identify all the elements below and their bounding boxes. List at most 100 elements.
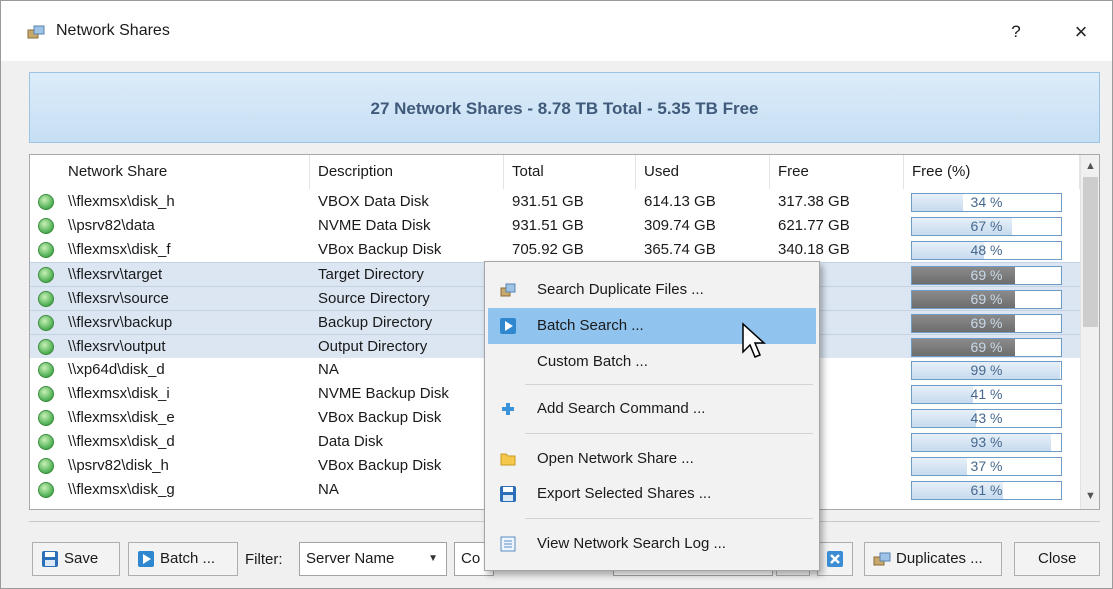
table-header: Network Share Description Total Used Fre… (30, 155, 1080, 189)
cell-share: \\flexmsx\disk_f (68, 241, 171, 258)
menu-item-export-selected-shares[interactable]: Export Selected Shares ... (488, 476, 816, 512)
cell-description: VBOX Data Disk (318, 193, 429, 210)
save-disk-icon (42, 551, 58, 568)
free-percent-bar: 37 % (911, 457, 1062, 476)
cell-share: \\psrv82\data (68, 217, 155, 234)
free-percent-bar: 43 % (911, 409, 1062, 428)
menu-item-view-network-search-log[interactable]: View Network Search Log ... (488, 526, 816, 562)
menu-item-label: Add Search Command ... (537, 400, 706, 417)
status-online-icon (38, 482, 54, 498)
cell-description: VBox Backup Disk (318, 409, 442, 426)
free-percent-label: 69 % (970, 267, 1003, 283)
context-menu: Search Duplicate Files ... Batch Search … (484, 261, 820, 571)
cell-share: \\flexsrv\target (68, 266, 163, 283)
cell-share: \\flexmsx\disk_g (68, 481, 175, 498)
status-online-icon (38, 218, 54, 234)
cell-description: VBox Backup Disk (318, 457, 442, 474)
cell-description: NA (318, 361, 339, 378)
free-percent-label: 37 % (970, 458, 1003, 474)
free-percent-label: 69 % (970, 291, 1003, 307)
batch-button[interactable]: Batch ... (128, 542, 238, 576)
save-button[interactable]: Save (32, 542, 120, 576)
cell-description: Source Directory (318, 290, 430, 307)
free-percent-bar: 69 % (911, 338, 1062, 357)
close-button[interactable]: Close (1014, 542, 1100, 576)
menu-separator (525, 384, 813, 385)
column-header-network-share[interactable]: Network Share (60, 155, 310, 189)
cell-total: 931.51 GB (512, 193, 584, 210)
save-button-label: Save (64, 550, 99, 567)
status-online-icon (38, 267, 54, 283)
cell-free: 317.38 GB (778, 193, 850, 210)
column-header-total[interactable]: Total (504, 155, 636, 189)
free-percent-bar: 93 % (911, 433, 1062, 452)
status-online-icon (38, 242, 54, 258)
close-button-label: Close (1038, 550, 1077, 567)
scroll-thumb[interactable] (1083, 177, 1098, 327)
log-list-icon (500, 536, 516, 552)
free-percent-bar: 48 % (911, 241, 1062, 260)
cell-share: \\flexmsx\disk_i (68, 385, 170, 402)
cell-share: \\psrv82\disk_h (68, 457, 169, 474)
free-percent-bar: 34 % (911, 193, 1062, 212)
clear-filter-button[interactable] (817, 542, 853, 576)
network-shares-icon (27, 25, 45, 39)
network-shares-dialog: Network Shares ? × 27 Network Shares - 8… (0, 0, 1113, 589)
cell-share: \\flexmsx\disk_e (68, 409, 175, 426)
table-row[interactable]: \\psrv82\data NVME Data Disk 931.51 GB 309.… (30, 214, 1080, 238)
cell-share: \\flexmsx\disk_d (68, 433, 175, 450)
free-percent-label: 61 % (970, 482, 1003, 498)
status-online-icon (38, 386, 54, 402)
cell-description: Backup Directory (318, 314, 433, 331)
scroll-up-icon[interactable]: ▲ (1081, 157, 1099, 175)
chevron-down-icon: ▼ (428, 553, 438, 564)
free-percent-bar: 99 % (911, 361, 1062, 380)
menu-item-label: Search Duplicate Files ... (537, 281, 704, 298)
menu-item-add-search-command[interactable]: Add Search Command ... (488, 391, 816, 427)
duplicate-files-icon (500, 283, 516, 297)
filter-field-value: Server Name (306, 550, 395, 567)
cell-description: Data Disk (318, 433, 384, 450)
free-percent-label: 34 % (970, 194, 1003, 210)
cell-share: \\flexsrv\source (68, 290, 169, 307)
cell-free: 340.18 GB (778, 241, 850, 258)
window-title: Network Shares (56, 22, 170, 39)
cell-share: \\flexmsx\disk_h (68, 193, 175, 210)
filter-field-select[interactable]: Server Name ▼ (299, 542, 447, 576)
menu-item-label: Open Network Share ... (537, 450, 694, 467)
free-percent-label: 48 % (970, 242, 1003, 258)
free-percent-bar: 69 % (911, 290, 1062, 309)
free-percent-label: 99 % (970, 362, 1003, 378)
menu-separator (525, 518, 813, 519)
filter-mode-value: Co (461, 550, 481, 567)
status-online-icon (38, 458, 54, 474)
save-disk-icon (500, 486, 516, 502)
table-row[interactable]: \\flexmsx\disk_f VBox Backup Disk 705.92 G… (30, 238, 1080, 262)
table-row[interactable]: \\flexmsx\disk_h VBOX Data Disk 931.51 GB 6… (30, 190, 1080, 214)
scroll-down-icon[interactable]: ▼ (1081, 487, 1099, 505)
cell-share: \\flexsrv\backup (68, 314, 173, 331)
status-online-icon (38, 194, 54, 210)
status-online-icon (38, 434, 54, 450)
free-percent-label: 69 % (970, 315, 1003, 331)
cell-total: 705.92 GB (512, 241, 584, 258)
cell-used: 365.74 GB (644, 241, 716, 258)
duplicates-button[interactable]: Duplicates ... (864, 542, 1002, 576)
menu-item-open-network-share[interactable]: Open Network Share ... (488, 441, 816, 477)
column-header-free[interactable]: Free (770, 155, 904, 189)
menu-separator (525, 433, 813, 434)
free-percent-bar: 69 % (911, 266, 1062, 285)
close-window-button[interactable]: × (1066, 16, 1096, 48)
column-header-free-percent[interactable]: Free (%) (904, 155, 1080, 189)
help-button[interactable]: ? (1006, 18, 1026, 46)
status-online-icon (38, 410, 54, 426)
filter-label: Filter: (245, 551, 283, 568)
column-header-used[interactable]: Used (636, 155, 770, 189)
cell-description: NA (318, 481, 339, 498)
column-header-description[interactable]: Description (310, 155, 504, 189)
menu-item-search-duplicate-files[interactable]: Search Duplicate Files ... (488, 272, 816, 308)
cell-description: NVME Backup Disk (318, 385, 449, 402)
free-percent-label: 93 % (970, 434, 1003, 450)
cell-free: 621.77 GB (778, 217, 850, 234)
vertical-scrollbar[interactable]: ▲ ▼ (1080, 155, 1099, 509)
